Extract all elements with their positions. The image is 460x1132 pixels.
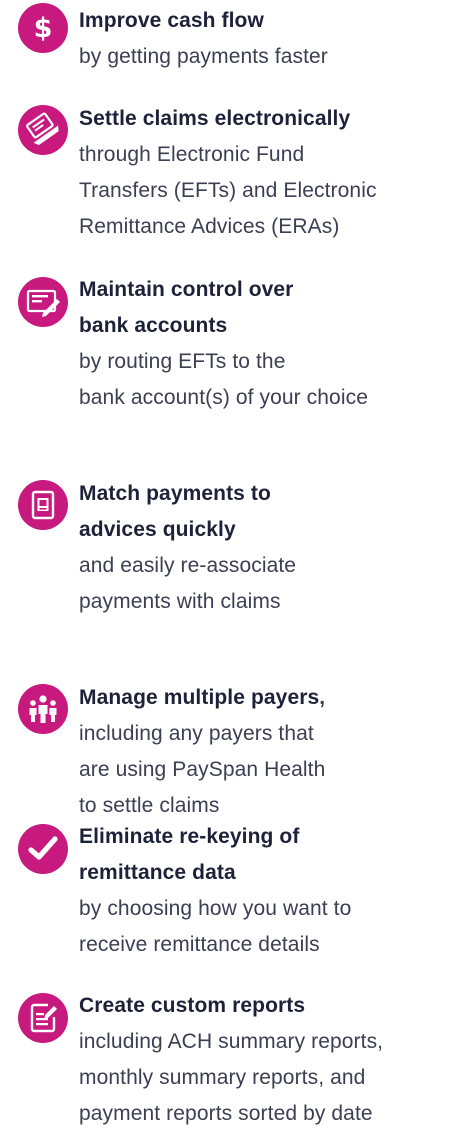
- benefit-description: by getting payments faster: [79, 45, 328, 68]
- benefit-title: Eliminate re-keying of: [79, 825, 300, 848]
- benefit-title: bank accounts: [79, 314, 228, 337]
- benefit-description: Remittance Advices (ERAs): [79, 215, 340, 238]
- benefit-description: and easily re-associate: [79, 554, 297, 577]
- benefit-description: including ACH summary reports,: [79, 1030, 384, 1053]
- benefit-description: are using PaySpan Health: [79, 758, 326, 781]
- benefit-title: Settle claims electronically: [79, 107, 351, 130]
- benefit-title: Match payments to: [79, 482, 271, 505]
- svg-text:$: $: [34, 13, 53, 44]
- benefit-title-suffix: ,: [319, 686, 326, 709]
- people-icon: [18, 684, 68, 734]
- benefit-description: Transfers (EFTs) and Electronic: [79, 179, 377, 202]
- benefit-title: Create custom reports: [79, 994, 306, 1017]
- benefit-title: Maintain control over: [79, 278, 294, 301]
- benefit-title: Manage multiple payers: [79, 686, 320, 709]
- benefit-description: by choosing how you want to: [79, 897, 352, 920]
- benefit-description: through Electronic Fund: [79, 143, 305, 166]
- benefit-title: advices quickly: [79, 518, 236, 541]
- checkmark-icon: [18, 824, 68, 874]
- benefit-description: payment reports sorted by date: [79, 1102, 373, 1125]
- benefit-description: monthly summary reports, and: [79, 1066, 366, 1089]
- check-pen-icon: [18, 277, 68, 327]
- benefit-description: payments with claims: [79, 590, 281, 613]
- document-icon: [18, 480, 68, 530]
- dollar-icon: $: [18, 3, 68, 53]
- benefit-title: remittance data: [79, 861, 236, 884]
- laptop-icon: [18, 105, 68, 155]
- benefit-description: by routing EFTs to the: [79, 350, 286, 373]
- benefit-description: receive remittance details: [79, 933, 320, 956]
- report-icon: [18, 993, 68, 1043]
- benefit-description: including any payers that: [79, 722, 314, 745]
- benefit-description: bank account(s) of your choice: [79, 386, 368, 409]
- benefit-title: Improve cash flow: [79, 9, 264, 32]
